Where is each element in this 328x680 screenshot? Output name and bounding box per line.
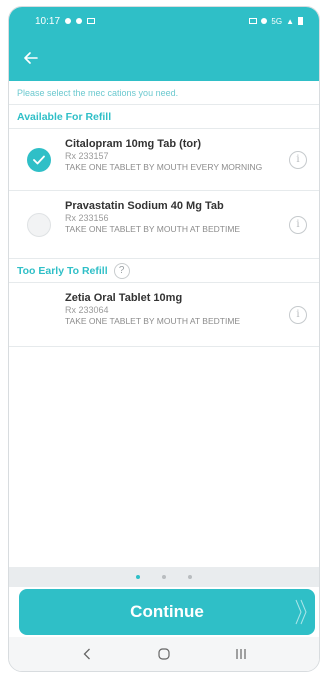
page-indicator [9, 567, 319, 587]
too-early-section-title: Too Early To Refill [17, 264, 108, 277]
medication-row[interactable]: Citalopram 10mg Tab (tor) Rx 233157 TAKE… [9, 129, 319, 191]
medication-name: Citalopram 10mg Tab (tor) [65, 138, 202, 150]
nav-recents-button[interactable] [229, 642, 253, 666]
status-bar: 10:17 5G ▲ [9, 7, 319, 35]
medication-instructions: TAKE ONE TABLET BY MOUTH AT BEDTIME [65, 316, 241, 326]
signal-icon: ▲ [286, 16, 294, 26]
system-nav-bar [9, 637, 319, 671]
info-button[interactable]: i [289, 305, 307, 324]
nav-back-button[interactable] [75, 642, 99, 666]
medication-rx: Rx 233157 [65, 151, 109, 161]
too-early-section-header: Too Early To Refill ? [9, 259, 319, 283]
battery-icon [298, 17, 303, 25]
continue-button[interactable]: Continue [19, 589, 315, 635]
medication-name: Pravastatin Sodium 40 Mg Tab [65, 200, 224, 212]
settings-notification-icon [76, 18, 83, 24]
nav-recents-icon [236, 649, 246, 659]
network-label: 5G [271, 16, 283, 26]
medication-name: Zetia Oral Tablet 10mg [65, 292, 183, 304]
medication-rx: Rx 233064 [65, 305, 109, 315]
location-icon [261, 18, 268, 24]
status-time: 10:17 [35, 15, 61, 27]
medication-checkbox[interactable] [27, 147, 51, 172]
medication-instructions: TAKE ONE TABLET BY MOUTH EVERY MORNING [65, 162, 263, 172]
nav-back-icon [83, 648, 91, 660]
app-bar [9, 35, 319, 81]
medication-row[interactable]: Pravastatin Sodium 40 Mg Tab Rx 233156 T… [9, 191, 319, 259]
status-left: 10:17 [35, 15, 96, 27]
info-icon: i [296, 154, 300, 165]
page-dot [188, 575, 192, 579]
nav-home-button[interactable] [152, 642, 176, 666]
medication-row: Zetia Oral Tablet 10mg Rx 233064 TAKE ON… [9, 283, 319, 347]
info-icon: i [296, 219, 300, 230]
nav-home-icon [158, 648, 170, 660]
help-icon[interactable]: ? [113, 262, 130, 279]
page-dot [162, 575, 166, 579]
check-icon [33, 155, 45, 164]
info-icon: i [296, 309, 300, 320]
instruction-text: Please select the mec cations you need. [9, 81, 319, 105]
back-arrow-icon [24, 52, 38, 64]
available-section-header: Available For Refill [9, 105, 319, 129]
info-button[interactable]: i [289, 150, 307, 169]
medication-rx: Rx 233156 [65, 213, 109, 223]
chevron-double-right-icon [295, 599, 307, 625]
notification-icon [65, 18, 72, 24]
available-section-title: Available For Refill [17, 110, 112, 123]
status-right: 5G ▲ [249, 17, 303, 26]
info-button[interactable]: i [289, 215, 307, 234]
back-button[interactable] [17, 44, 45, 72]
continue-label: Continue [130, 602, 204, 621]
phone-screen: 10:17 5G ▲ Please select the mec cations… [8, 6, 320, 672]
page-dot-active [136, 575, 140, 579]
message-icon [87, 18, 96, 24]
medication-checkbox[interactable] [27, 212, 51, 237]
alarm-icon [249, 18, 258, 24]
medication-instructions: TAKE ONE TABLET BY MOUTH AT BEDTIME [65, 224, 241, 234]
